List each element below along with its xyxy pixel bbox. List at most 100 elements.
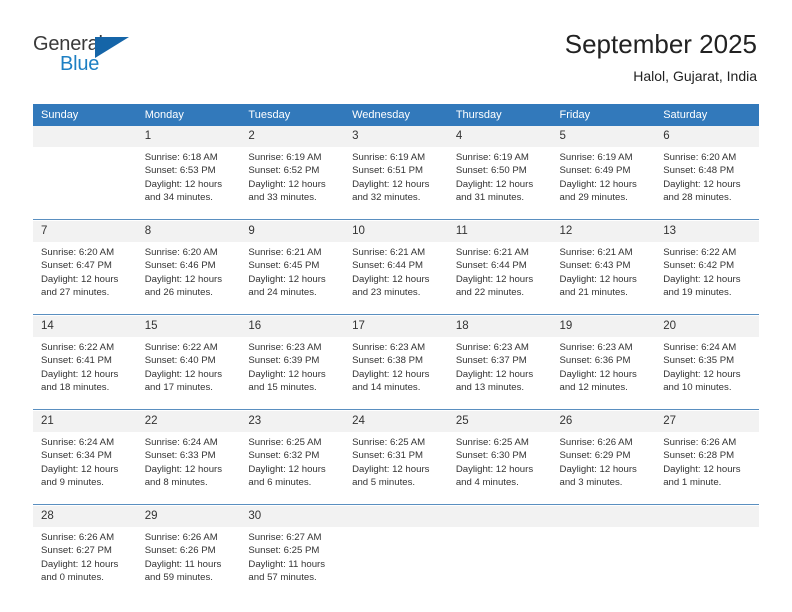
day-info-cell: Sunrise: 6:19 AM Sunset: 6:52 PM Dayligh…	[240, 147, 345, 219]
day-number-cell[interactable]: 18	[447, 315, 552, 337]
day-number-cell[interactable]: 23	[240, 410, 345, 432]
day-number-cell[interactable]: 30	[240, 505, 345, 527]
sunrise-text: Sunrise: 6:26 AM	[144, 532, 218, 543]
day-number-cell[interactable]: 28	[33, 505, 137, 527]
daylight-text-line1: Daylight: 12 hours	[248, 178, 326, 190]
day-number-cell[interactable]: 2	[240, 126, 345, 147]
calendar-table: Sunday Monday Tuesday Wednesday Thursday…	[33, 104, 759, 599]
day-number-cell[interactable]: 21	[33, 410, 137, 432]
weekday-header-sunday: Sunday	[33, 104, 137, 126]
daylight-text-line2: and 0 minutes.	[41, 571, 104, 583]
day-number-cell[interactable]: 16	[240, 315, 345, 337]
sunset-text: Sunset: 6:44 PM	[455, 260, 527, 272]
day-number-cell[interactable]: 14	[33, 315, 137, 337]
day-number-cell[interactable]: 29	[136, 505, 241, 527]
day-number-cell[interactable]: 19	[551, 315, 656, 337]
sunrise-text: Sunrise: 6:22 AM	[41, 342, 115, 353]
day-info-cell: Sunrise: 6:26 AM Sunset: 6:29 PM Dayligh…	[551, 432, 656, 504]
day-info-cell: Sunrise: 6:26 AM Sunset: 6:27 PM Dayligh…	[33, 527, 137, 599]
daylight-text-line2: and 12 minutes.	[559, 381, 628, 393]
page-title: September 2025	[564, 29, 757, 59]
daylight-text-line2: and 3 minutes.	[559, 476, 623, 488]
day-number-cell[interactable]: 15	[136, 315, 241, 337]
daylight-text-line2: and 27 minutes.	[41, 286, 110, 298]
sunset-text: Sunset: 6:36 PM	[559, 355, 631, 367]
day-number-cell[interactable]: 26	[551, 410, 656, 432]
day-info-cell: Sunrise: 6:19 AM Sunset: 6:49 PM Dayligh…	[551, 147, 656, 219]
day-number-cell[interactable]: 11	[447, 220, 552, 242]
day-info-cell	[344, 527, 448, 599]
sunrise-text: Sunrise: 6:20 AM	[41, 247, 115, 258]
week-date-row: 14 15 16 17 18 19 20	[33, 315, 759, 337]
day-number-cell[interactable]: 4	[447, 126, 552, 147]
daylight-text-line2: and 33 minutes.	[248, 191, 317, 203]
week-date-row: 28 29 30	[33, 505, 759, 527]
week-info-row: Sunrise: 6:20 AM Sunset: 6:47 PM Dayligh…	[33, 242, 759, 314]
daylight-text-line1: Daylight: 12 hours	[352, 368, 430, 380]
sunrise-text: Sunrise: 6:25 AM	[455, 437, 529, 448]
sunset-text: Sunset: 6:46 PM	[144, 260, 216, 272]
daylight-text-line2: and 14 minutes.	[352, 381, 421, 393]
daylight-text-line2: and 17 minutes.	[144, 381, 213, 393]
sunset-text: Sunset: 6:51 PM	[352, 165, 424, 177]
day-number-cell[interactable]: 8	[136, 220, 241, 242]
sunset-text: Sunset: 6:52 PM	[248, 165, 320, 177]
daylight-text-line2: and 21 minutes.	[559, 286, 628, 298]
sunrise-text: Sunrise: 6:22 AM	[144, 342, 218, 353]
sunset-text: Sunset: 6:37 PM	[455, 355, 527, 367]
day-info-cell: Sunrise: 6:23 AM Sunset: 6:39 PM Dayligh…	[240, 337, 345, 409]
day-number-cell[interactable]: 10	[344, 220, 448, 242]
day-info-cell: Sunrise: 6:22 AM Sunset: 6:42 PM Dayligh…	[655, 242, 759, 314]
sunrise-text: Sunrise: 6:21 AM	[248, 247, 322, 258]
day-info-cell	[655, 527, 759, 599]
sunset-text: Sunset: 6:29 PM	[559, 450, 631, 462]
sunrise-text: Sunrise: 6:24 AM	[144, 437, 218, 448]
daylight-text-line2: and 26 minutes.	[144, 286, 213, 298]
sunset-text: Sunset: 6:43 PM	[559, 260, 631, 272]
daylight-text-line2: and 9 minutes.	[41, 476, 104, 488]
day-number-cell[interactable]: 1	[136, 126, 241, 147]
day-number-cell[interactable]: 17	[344, 315, 448, 337]
daylight-text-line1: Daylight: 12 hours	[352, 178, 430, 190]
day-number-cell[interactable]: 5	[551, 126, 656, 147]
daylight-text-line1: Daylight: 12 hours	[144, 368, 223, 380]
day-number-cell[interactable]: 20	[655, 315, 759, 337]
day-number-cell[interactable]: 13	[655, 220, 759, 242]
day-info-cell: Sunrise: 6:26 AM Sunset: 6:28 PM Dayligh…	[655, 432, 759, 504]
day-info-cell: Sunrise: 6:23 AM Sunset: 6:36 PM Dayligh…	[551, 337, 656, 409]
sunset-text: Sunset: 6:33 PM	[144, 450, 216, 462]
day-number-cell[interactable]: 24	[344, 410, 448, 432]
week-date-row: 1 2 3 4 5 6	[33, 126, 759, 147]
sunset-text: Sunset: 6:38 PM	[352, 355, 424, 367]
day-number-cell[interactable]: 27	[655, 410, 759, 432]
day-info-cell: Sunrise: 6:26 AM Sunset: 6:26 PM Dayligh…	[136, 527, 241, 599]
day-info-cell: Sunrise: 6:25 AM Sunset: 6:31 PM Dayligh…	[344, 432, 448, 504]
sunset-text: Sunset: 6:48 PM	[663, 165, 735, 177]
day-info-cell	[551, 527, 656, 599]
day-number-cell[interactable]: 9	[240, 220, 345, 242]
daylight-text-line2: and 23 minutes.	[352, 286, 421, 298]
day-number-cell[interactable]: 22	[136, 410, 241, 432]
day-number-cell[interactable]: 3	[344, 126, 448, 147]
day-info-cell: Sunrise: 6:23 AM Sunset: 6:37 PM Dayligh…	[447, 337, 552, 409]
sunrise-text: Sunrise: 6:27 AM	[248, 532, 322, 543]
day-number-cell[interactable]: 25	[447, 410, 552, 432]
weekday-header-thursday: Thursday	[447, 104, 552, 126]
sunset-text: Sunset: 6:32 PM	[248, 450, 320, 462]
day-info-cell: Sunrise: 6:25 AM Sunset: 6:30 PM Dayligh…	[447, 432, 552, 504]
weekday-header-monday: Monday	[136, 104, 241, 126]
sunrise-text: Sunrise: 6:23 AM	[352, 342, 426, 353]
day-number-cell[interactable]: 12	[551, 220, 656, 242]
day-number-cell[interactable]: 7	[33, 220, 137, 242]
day-info-cell: Sunrise: 6:22 AM Sunset: 6:40 PM Dayligh…	[136, 337, 241, 409]
daylight-text-line2: and 29 minutes.	[559, 191, 628, 203]
day-info-cell: Sunrise: 6:24 AM Sunset: 6:34 PM Dayligh…	[33, 432, 137, 504]
sunrise-text: Sunrise: 6:20 AM	[144, 247, 218, 258]
week-date-row: 7 8 9 10 11 12 13	[33, 220, 759, 242]
daylight-text-line2: and 13 minutes.	[455, 381, 525, 393]
daylight-text-line1: Daylight: 12 hours	[455, 368, 534, 380]
daylight-text-line1: Daylight: 11 hours	[144, 558, 222, 570]
general-blue-logo[interactable]: General Blue	[33, 33, 153, 81]
week-info-row: Sunrise: 6:18 AM Sunset: 6:53 PM Dayligh…	[33, 147, 759, 219]
day-number-cell[interactable]: 6	[655, 126, 759, 147]
